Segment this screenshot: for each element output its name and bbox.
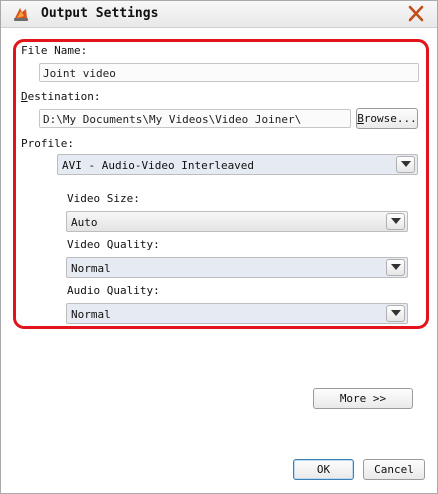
chevron-down-icon[interactable]	[386, 213, 405, 230]
chevron-down-icon[interactable]	[386, 305, 405, 322]
audio-quality-select-value: Normal	[71, 308, 111, 321]
video-quality-select[interactable]: Normal	[66, 257, 408, 278]
destination-label-rest: estination:	[27, 90, 101, 103]
dialog-title: Output Settings	[41, 6, 159, 21]
video-size-select-value: Auto	[71, 216, 98, 229]
title-bar: Output Settings	[1, 1, 437, 28]
destination-label: Destination:	[21, 90, 100, 103]
chevron-down-icon[interactable]	[396, 156, 415, 173]
ok-button[interactable]: OK	[293, 459, 354, 480]
app-logo-icon	[12, 6, 30, 22]
close-icon[interactable]	[405, 4, 427, 24]
cancel-button[interactable]: Cancel	[363, 459, 425, 480]
video-quality-label: Video Quality:	[67, 238, 160, 251]
output-settings-dialog: Output Settings File Name: Joint video D…	[0, 0, 438, 494]
video-size-select[interactable]: Auto	[66, 211, 408, 232]
profile-label: Profile:	[21, 137, 74, 150]
chevron-down-icon[interactable]	[386, 259, 405, 276]
video-size-label: Video Size:	[67, 192, 140, 205]
browse-button-rest: rowse...	[363, 112, 417, 125]
more-button[interactable]: More >>	[313, 388, 413, 409]
audio-quality-select[interactable]: Normal	[66, 303, 408, 324]
audio-quality-label: Audio Quality:	[67, 284, 160, 297]
destination-label-accel: D	[21, 90, 28, 103]
profile-select[interactable]: AVI - Audio-Video Interleaved	[57, 154, 418, 175]
browse-button[interactable]: Browse...	[356, 108, 418, 129]
file-name-input[interactable]: Joint video	[39, 63, 419, 82]
file-name-label: File Name:	[21, 44, 88, 57]
video-quality-select-value: Normal	[71, 262, 111, 275]
browse-button-accel: B	[357, 112, 364, 125]
profile-select-value: AVI - Audio-Video Interleaved	[62, 159, 255, 172]
destination-input[interactable]: D:\My Documents\My Videos\Video Joiner\	[39, 109, 351, 128]
